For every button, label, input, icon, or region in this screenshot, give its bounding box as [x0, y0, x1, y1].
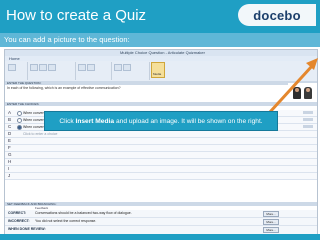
choice-letter: I — [8, 166, 10, 171]
ribbon-group-question — [75, 62, 112, 80]
media-image-face-left — [295, 88, 299, 92]
choice-row[interactable]: H — [5, 159, 317, 166]
choice-row[interactable]: F — [5, 145, 317, 152]
more-button[interactable]: More... — [263, 211, 279, 217]
question-text: In each of the following, which is an ex… — [7, 86, 121, 90]
quizmaker-window: Multiple Choice Question - Articulate Qu… — [4, 49, 318, 236]
docebo-logo: docebo — [238, 4, 316, 26]
ribbon: Media — [5, 61, 317, 82]
feedback-label: INCORRECT: — [8, 219, 30, 223]
ribbon-group-clipboard — [5, 62, 28, 80]
slide-header: How to create a Quiz docebo — [0, 0, 320, 33]
underline-button[interactable] — [48, 64, 56, 71]
insert-media-button[interactable]: Media — [151, 62, 165, 78]
choice-letter: F — [8, 145, 11, 150]
instruction-callout: Click Insert Media and upload an image. … — [44, 111, 278, 131]
question-editor: ENTER THE QUESTION: In each of the follo… — [5, 81, 317, 235]
feedback-label: CORRECT: — [8, 211, 27, 215]
slide-subtitle-bar: You can add a picture to the question: — [0, 33, 320, 47]
choice-letter: G — [8, 152, 12, 157]
row-actions-icon[interactable] — [303, 111, 313, 114]
choice-letter: J — [8, 173, 11, 178]
callout-prefix: Click — [59, 117, 74, 125]
ribbon-group-options — [111, 62, 150, 80]
choices-section-header: ENTER THE CHOICES: — [5, 102, 317, 106]
feedback-row-incorrect[interactable]: INCORRECT: You did not select the correc… — [5, 218, 317, 226]
choice-row[interactable]: J — [5, 173, 317, 180]
callout-text: Click Insert Media and upload an image. … — [45, 112, 277, 130]
brand-name: docebo — [253, 7, 301, 23]
correct-radio[interactable] — [17, 125, 22, 130]
ribbon-group-font — [27, 62, 76, 80]
choice-placeholder: Click to enter a choice — [23, 131, 58, 136]
callout-suffix: and upload an image. It will be shown on… — [116, 117, 263, 125]
choice-letter: A — [8, 110, 12, 115]
feedback-text: You did not select the correct response. — [35, 219, 97, 223]
attempts-button[interactable] — [123, 64, 131, 71]
more-button[interactable]: More... — [263, 227, 279, 233]
choice-row[interactable]: D Click to enter a choice — [5, 131, 317, 138]
window-title: Multiple Choice Question - Articulate Qu… — [120, 50, 205, 55]
correct-radio[interactable] — [17, 111, 22, 116]
callout-bold: Insert Media — [75, 117, 114, 125]
question-text-field[interactable]: In each of the following, which is an ex… — [5, 85, 235, 101]
choice-row[interactable]: G — [5, 152, 317, 159]
more-button[interactable]: More... — [263, 219, 279, 225]
points-button[interactable] — [114, 64, 122, 71]
choice-letter: D — [8, 131, 12, 136]
bold-button[interactable] — [30, 64, 38, 71]
choices-header-label: ENTER THE CHOICES: — [7, 102, 40, 106]
choice-row[interactable]: E — [5, 138, 317, 145]
question-button[interactable] — [78, 64, 86, 71]
italic-button[interactable] — [39, 64, 47, 71]
feedback-label: WHEN DONE REVIEW: — [8, 227, 46, 231]
choice-letter: C — [8, 124, 12, 129]
row-actions-icon[interactable] — [303, 118, 313, 121]
correct-radio[interactable] — [17, 118, 22, 123]
choice-row[interactable]: I — [5, 166, 317, 173]
media-image-face-right — [306, 88, 310, 92]
feedback-text: Conversations should be a balanced two-w… — [35, 211, 132, 215]
feedback-row-correct[interactable]: CORRECT: Conversations should be a balan… — [5, 210, 317, 218]
choice-letter: E — [8, 138, 12, 143]
paste-button[interactable] — [8, 64, 16, 71]
choice-letter: H — [8, 159, 12, 164]
row-actions-icon[interactable] — [303, 125, 313, 128]
insert-media-label: Media — [153, 72, 162, 76]
slide-subtitle: You can add a picture to the question: — [4, 35, 130, 44]
shuffle-button[interactable] — [87, 64, 95, 71]
feedback-section-header: SET FEEDBACK AND BRANCHING: — [5, 202, 317, 206]
slide-footer-bar — [0, 234, 320, 240]
choice-letter: B — [8, 117, 12, 122]
feedback-header-label: SET FEEDBACK AND BRANCHING: — [7, 202, 57, 206]
slide-title: How to create a Quiz — [6, 7, 147, 24]
